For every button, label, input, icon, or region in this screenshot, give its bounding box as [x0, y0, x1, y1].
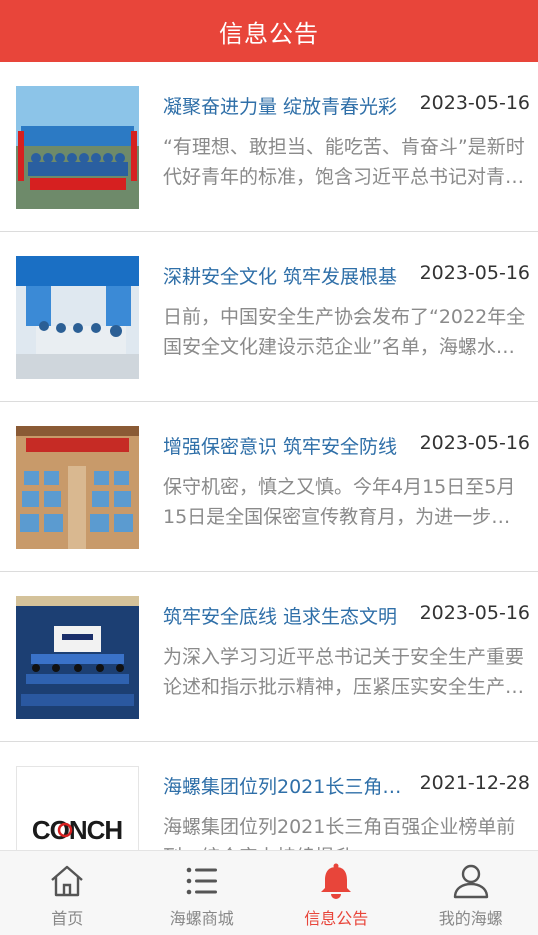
tab-profile[interactable]: 我的海螺 — [404, 851, 538, 935]
news-title[interactable]: 海螺集团位列2021长三角百强企业榜 — [163, 772, 403, 799]
news-summary: 保守机密，慎之又慎。今年4月15日至5月15日是全国保密宣传教育月，为进一步增强… — [163, 476, 516, 528]
news-title[interactable]: 凝聚奋进力量 绽放青春光彩 — [163, 92, 403, 119]
news-list[interactable]: 凝聚奋进力量 绽放青春光彩 2023-05-16 “有理想、敢担当、能吃苦、肯奋… — [0, 62, 538, 850]
news-date: 2023-05-16 — [419, 602, 530, 624]
news-title[interactable]: 增强保密意识 筑牢安全防线 — [163, 432, 403, 459]
news-item[interactable]: 凝聚奋进力量 绽放青春光彩 2023-05-16 “有理想、敢担当、能吃苦、肯奋… — [0, 62, 538, 232]
news-item[interactable]: 深耕安全文化 筑牢发展根基 2023-05-16 日前，中国安全生产协会发布了“… — [0, 232, 538, 402]
home-icon — [51, 865, 84, 897]
news-summary: 海螺集团位列2021长三角百强企业榜单前列，综合实力持续提升 — [163, 816, 516, 850]
news-date: 2021-12-28 — [419, 772, 530, 794]
news-summary: “有理想、敢担当、能吃苦、肯奋斗”是新时代好青年的标准，饱含习近平总书记对青年的… — [163, 136, 525, 188]
news-title[interactable]: 筑牢安全底线 追求生态文明 — [163, 602, 403, 629]
news-date: 2023-05-16 — [419, 262, 530, 284]
user-icon — [453, 864, 488, 899]
tab-mall[interactable]: 海螺商城 — [135, 851, 270, 935]
bottom-tab-bar: 首页 海螺商城 信息公告 我的海螺 — [0, 850, 538, 935]
bell-icon — [321, 863, 352, 899]
tab-announcements[interactable]: 信息公告 — [269, 851, 404, 935]
svg-text:CONCH: CONCH — [32, 815, 123, 845]
tab-label: 我的海螺 — [438, 909, 503, 928]
news-title[interactable]: 深耕安全文化 筑牢发展根基 — [163, 262, 403, 289]
news-summary: 日前，中国安全生产协会发布了“2022年全国安全文化建设示范企业”名单，海螺水泥… — [163, 306, 526, 358]
news-thumbnail — [16, 596, 139, 719]
news-thumbnail: CONCH — [16, 766, 139, 850]
tab-home[interactable]: 首页 — [0, 851, 135, 935]
news-thumbnail — [16, 86, 139, 209]
news-thumbnail — [16, 256, 139, 379]
tab-label: 首页 — [51, 909, 84, 928]
list-icon — [186, 867, 217, 895]
tab-label: 信息公告 — [304, 909, 369, 928]
tab-label: 海螺商城 — [169, 909, 234, 928]
news-item[interactable]: 增强保密意识 筑牢安全防线 2023-05-16 保守机密，慎之又慎。今年4月1… — [0, 402, 538, 572]
news-item[interactable]: CONCH 海螺集团位列2021长三角百强企业榜 2021-12-28 海螺集团… — [0, 742, 538, 850]
page-title: 信息公告 — [219, 19, 319, 48]
news-item[interactable]: 筑牢安全底线 追求生态文明 2023-05-16 为深入学习习近平总书记关于安全… — [0, 572, 538, 742]
header-bar: 信息公告 — [0, 0, 538, 62]
news-date: 2023-05-16 — [419, 432, 530, 454]
news-date: 2023-05-16 — [419, 92, 530, 114]
news-summary: 为深入学习习近平总书记关于安全生产重要论述和指示批示精神，压紧压实安全生产责任 — [163, 646, 525, 698]
news-thumbnail — [16, 426, 139, 549]
